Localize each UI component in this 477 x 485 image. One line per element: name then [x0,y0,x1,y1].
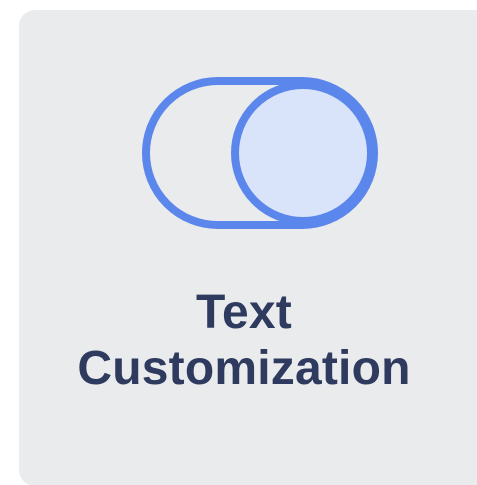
card-title: Text Customization [19,285,469,397]
card-title-line-2: Customization [77,342,411,395]
card-title-line-1: Text [196,286,292,339]
toggle-switch-icon [142,77,378,229]
toggle-knob [231,81,375,225]
